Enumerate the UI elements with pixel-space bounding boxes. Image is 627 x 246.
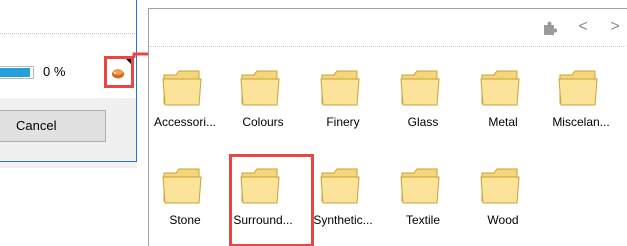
folder-item[interactable]: Metal [463,63,543,131]
progress-fill [0,68,30,77]
folder-item[interactable]: Colours [223,63,303,131]
folder-item[interactable]: Glass [383,63,463,131]
dialog-border-bottom [0,161,137,162]
folder-icon [320,70,360,106]
folder-icon [162,70,202,106]
forward-arrow-icon[interactable]: > [607,18,623,36]
folder-icon [480,70,520,106]
folder-label: Colours [242,115,284,129]
selection-highlight [229,154,314,246]
folder-item[interactable]: Miscelan... [541,63,621,131]
toolbar-divider [149,46,627,47]
divider [0,33,137,34]
folder-item[interactable]: Stone [145,161,225,229]
folder-icon [400,168,440,204]
progress-percent: 0 % [43,64,66,79]
folder-icon [162,168,202,204]
folder-label: Finery [326,115,360,129]
puzzle-icon[interactable] [541,21,557,37]
back-arrow-icon[interactable]: < [575,18,591,36]
folder-icon [320,168,360,204]
folder-label: Accessori... [153,115,216,129]
folder-icon [480,168,520,204]
folder-icon [558,70,598,106]
progress-dialog: 0 % Cancel [0,0,137,246]
folder-item[interactable]: Accessori... [145,63,225,131]
folder-item[interactable]: Finery [303,63,383,131]
folder-label: Textile [405,213,440,227]
folder-icon [400,70,440,106]
folder-browser: < > Accessori... Colours Finery Glass Me… [148,8,627,246]
browser-toolbar: < > [149,9,627,45]
dialog-border [136,0,137,162]
folder-item[interactable]: Synthetic... [303,161,383,229]
folder-label: Miscelan... [552,115,610,129]
folder-label: Wood [487,213,519,227]
folder-label: Stone [169,213,201,227]
cancel-button[interactable]: Cancel [0,110,106,142]
screenshot-stage: 0 % Cancel < > Accessori... Colours Fine… [0,0,627,246]
folder-icon [240,70,280,106]
folder-label: Metal [488,115,518,129]
folder-item[interactable]: Textile [383,161,463,229]
folder-label: Glass [407,115,439,129]
progress-bar [0,66,34,79]
folder-item[interactable]: Wood [463,161,543,229]
